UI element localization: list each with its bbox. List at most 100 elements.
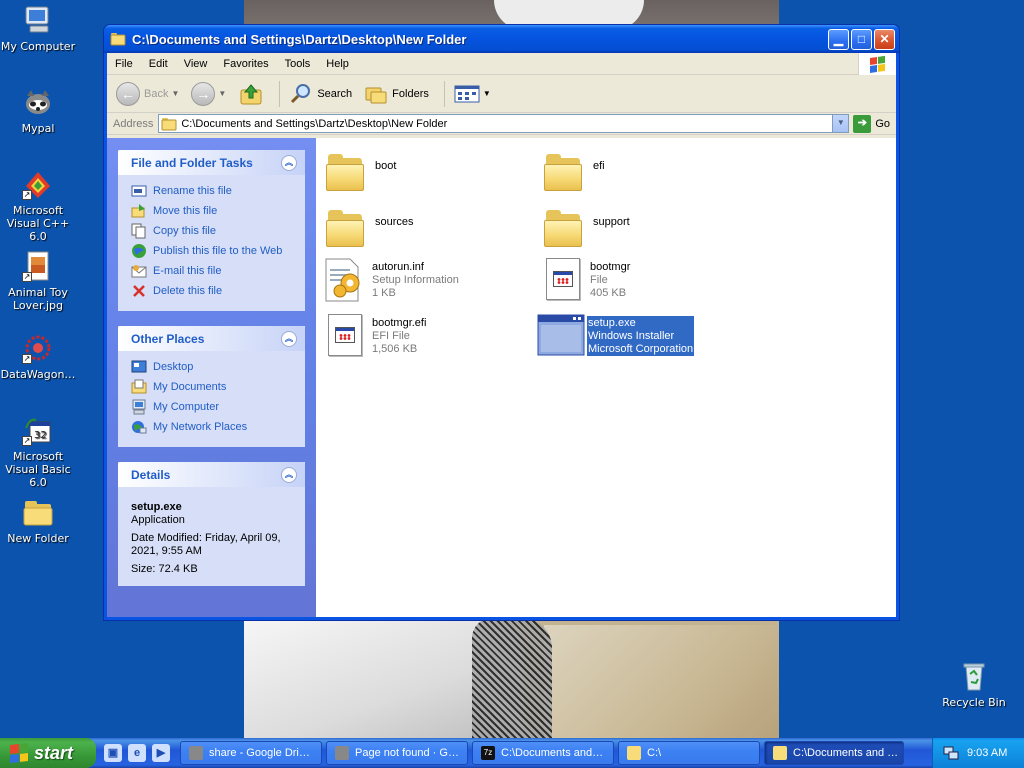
taskbar-button-label: C:\ — [647, 747, 662, 759]
task-email[interactable]: E-mail this file — [131, 261, 297, 281]
other-places-panel: Other Places ︽ Desktop My Documents My C… — [118, 326, 305, 447]
address-input[interactable]: C:\Documents and Settings\Dartz\Desktop\… — [158, 114, 850, 133]
panel-title: Details — [131, 467, 171, 482]
chevron-down-icon: ▼ — [482, 89, 491, 98]
file-type: EFI File — [372, 330, 410, 342]
file-list: boot efi sources support autorun.inf Set… — [316, 138, 896, 617]
desktop-icon-animal-toy-lover[interactable]: ↗ Animal Toy Lover.jpg — [0, 250, 78, 312]
task-rename[interactable]: Rename this file — [131, 181, 297, 201]
file-company: Microsoft Corporation — [588, 343, 694, 355]
file-name: support — [593, 216, 630, 228]
windows-logo — [858, 53, 896, 75]
desktop-icon-recycle-bin[interactable]: Recycle Bin — [934, 660, 1014, 709]
file-item-selected[interactable]: setup.exe Windows Installer Microsoft Co… — [537, 313, 695, 357]
go-label: Go — [875, 117, 890, 130]
details-modified-line-2: 2021, 9:55 AM — [131, 545, 202, 557]
desktop-icon — [131, 360, 147, 373]
folder-icon — [543, 152, 585, 196]
place-desktop[interactable]: Desktop — [131, 357, 297, 377]
taskbar-button-google-drive[interactable]: share - Google Dri… — [180, 741, 322, 765]
panel-header[interactable]: File and Folder Tasks ︽ — [118, 150, 305, 175]
desktop-icon-datawagon[interactable]: ↗ DataWagon… — [0, 332, 78, 381]
details-body: setup.exe Application Date Modified: Fri… — [118, 487, 305, 586]
place-my-network[interactable]: My Network Places — [131, 417, 297, 437]
go-button[interactable]: ➔ Go — [853, 114, 890, 133]
desktop-icon-visual-cpp[interactable]: ↗ Microsoft Visual C++ 6.0 — [0, 168, 78, 243]
desktop-icon-label: Microsoft Visual Basic 6.0 — [5, 450, 71, 489]
menu-tools[interactable]: Tools — [277, 58, 319, 70]
desktop-icon-label: Mypal — [21, 122, 55, 135]
minimize-button[interactable]: ▁ — [828, 28, 849, 50]
collapse-chevron-icon[interactable]: ︽ — [281, 466, 297, 483]
desktop-icon-my-computer[interactable]: My Computer — [0, 4, 78, 53]
menu-edit[interactable]: Edit — [141, 58, 176, 70]
forward-button[interactable]: → ▼ — [188, 79, 229, 109]
window-titlebar[interactable]: C:\Documents and Settings\Dartz\Desktop\… — [104, 25, 899, 53]
file-name: boot — [375, 160, 397, 172]
internet-explorer-icon[interactable]: e — [128, 744, 146, 762]
task-copy[interactable]: Copy this file — [131, 221, 297, 241]
menu-help[interactable]: Help — [318, 58, 357, 70]
views-button[interactable]: ▼ — [451, 79, 494, 109]
back-button[interactable]: ← Back ▼ — [113, 79, 182, 109]
search-button[interactable]: Search — [286, 79, 355, 109]
desktop-icon-visual-basic[interactable]: 32 ↗ Microsoft Visual Basic 6.0 — [0, 414, 78, 489]
panel-header[interactable]: Details ︽ — [118, 462, 305, 487]
file-item-folder[interactable]: sources — [325, 208, 414, 252]
file-item-folder[interactable]: support — [543, 208, 630, 252]
maximize-button[interactable]: □ — [851, 28, 872, 50]
task-delete[interactable]: Delete this file — [131, 281, 297, 301]
taskbar-button-explorer-active[interactable]: C:\Documents and … — [764, 741, 904, 765]
network-icon[interactable] — [943, 745, 959, 761]
address-dropdown-button[interactable]: ▼ — [832, 115, 849, 132]
task-label: E-mail this file — [153, 265, 222, 277]
recycle-bin-icon — [958, 660, 990, 692]
media-player-icon[interactable]: ▶ — [152, 744, 170, 762]
task-label: Rename this file — [153, 185, 232, 197]
panel-header[interactable]: Other Places ︽ — [118, 326, 305, 351]
menu-favorites[interactable]: Favorites — [215, 58, 276, 70]
taskbar-button-7zip[interactable]: 7z C:\Documents and… — [472, 741, 614, 765]
show-desktop-icon[interactable]: ▣ — [104, 744, 122, 762]
desktop-icon-label: Microsoft Visual C++ 6.0 — [6, 204, 70, 243]
chevron-down-icon: ▼ — [171, 89, 180, 98]
collapse-chevron-icon[interactable]: ︽ — [281, 330, 297, 347]
system-tray: 9:03 AM — [932, 738, 1024, 768]
desktop-icon-new-folder[interactable]: New Folder — [0, 496, 78, 545]
go-arrow-icon: ➔ — [853, 114, 872, 133]
address-value: C:\Documents and Settings\Dartz\Desktop\… — [181, 117, 448, 130]
details-file-name: setup.exe — [131, 501, 182, 513]
file-item-folder[interactable]: efi — [543, 152, 605, 196]
menu-view[interactable]: View — [176, 58, 216, 70]
start-button[interactable]: start — [0, 738, 96, 768]
window-title: C:\Documents and Settings\Dartz\Desktop\… — [132, 31, 467, 47]
panel-title: Other Places — [131, 331, 205, 346]
place-label: My Network Places — [153, 421, 248, 433]
file-item[interactable]: bootmgr File 405 KB — [540, 257, 630, 301]
menu-file[interactable]: File — [107, 58, 141, 70]
folders-button[interactable]: Folders — [361, 79, 432, 109]
file-item[interactable]: autorun.inf Setup Information 1 KB — [322, 257, 459, 302]
file-folder-tasks-panel: File and Folder Tasks ︽ Rename this file… — [118, 150, 305, 311]
folders-icon — [365, 87, 387, 103]
delete-x-icon — [133, 285, 145, 297]
place-my-computer[interactable]: My Computer — [131, 397, 297, 417]
search-icon — [291, 83, 311, 103]
file-name: efi — [593, 160, 605, 172]
desktop-icon-mypal[interactable]: Mypal — [0, 86, 78, 135]
panel-body: Rename this file Move this file Copy thi… — [118, 175, 305, 311]
file-item[interactable]: bootmgr.efi EFI File 1,506 KB — [322, 313, 426, 357]
folders-label: Folders — [392, 87, 429, 100]
up-folder-button[interactable] — [235, 79, 267, 109]
collapse-chevron-icon[interactable]: ︽ — [281, 154, 297, 171]
taskbar-button-page-not-found[interactable]: Page not found · G… — [326, 741, 468, 765]
taskbar-button-c-drive[interactable]: C:\ — [618, 741, 760, 765]
clock[interactable]: 9:03 AM — [967, 747, 1007, 759]
file-item-folder[interactable]: boot — [325, 152, 396, 196]
selection-highlight: setup.exe Windows Installer Microsoft Co… — [587, 316, 695, 356]
file-type: Setup Information — [372, 274, 459, 286]
task-publish[interactable]: Publish this file to the Web — [131, 241, 297, 261]
close-button[interactable]: ✕ — [874, 28, 895, 50]
task-move[interactable]: Move this file — [131, 201, 297, 221]
place-my-documents[interactable]: My Documents — [131, 377, 297, 397]
